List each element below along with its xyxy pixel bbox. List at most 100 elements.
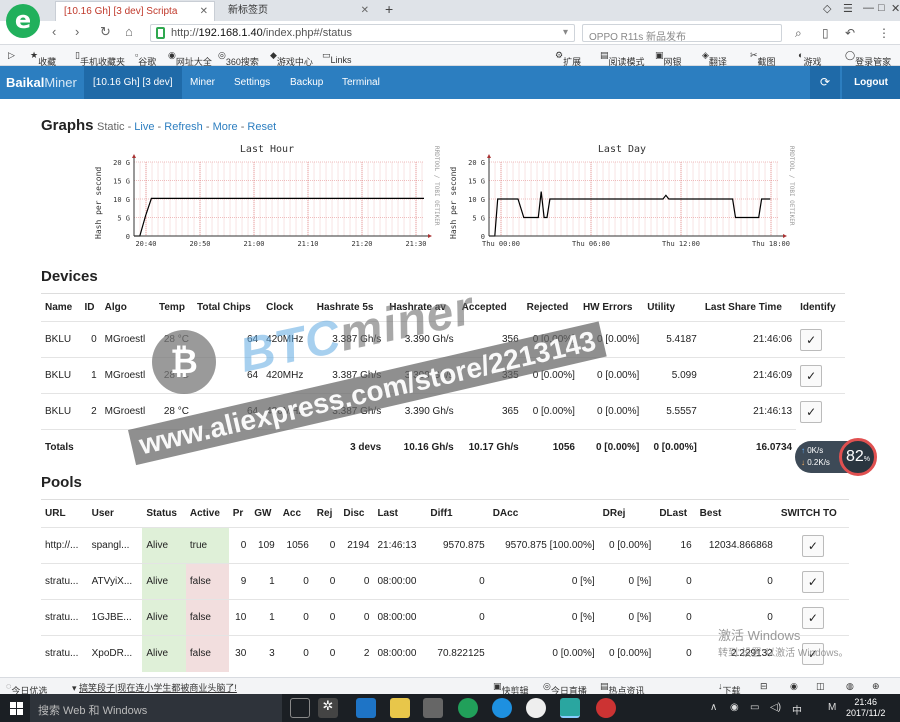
cell: 0 — [80, 321, 101, 358]
nav-status[interactable]: [10.16 Gh] [3 dev] — [84, 66, 182, 99]
bookmark-item[interactable]: ▫ 谷歌 — [135, 50, 156, 67]
sidebar-toggle-icon[interactable]: ▷ — [8, 50, 15, 61]
switch-pool-button[interactable]: ✓ — [801, 534, 824, 557]
forward-icon[interactable]: › — [75, 24, 79, 39]
status-icon[interactable]: ⊟ — [760, 681, 768, 692]
tab-new[interactable]: 新标签页 ✕ — [220, 1, 375, 21]
url-input[interactable]: http://192.168.1.40/index.php#/status ▾ — [150, 24, 575, 42]
cell: 1GJBE... — [87, 599, 143, 636]
store-icon[interactable] — [423, 698, 443, 718]
nav-backup[interactable]: Backup — [281, 66, 332, 99]
page-icon[interactable]: ▯ — [822, 26, 829, 40]
extension-item[interactable]: ✂ 截图 — [750, 50, 776, 67]
bookmark-item[interactable]: ▯ 手机收藏夹 — [75, 50, 125, 67]
identify-button[interactable]: ✓ — [800, 328, 823, 351]
bookmark-item[interactable]: ◉ 网址大全 — [168, 50, 212, 67]
graph-live-link[interactable]: Live — [134, 121, 154, 133]
identify-button[interactable]: ✓ — [800, 364, 823, 387]
task-view-icon[interactable] — [290, 698, 310, 718]
ime-lang[interactable]: 中 — [792, 702, 802, 717]
undo-icon[interactable]: ↶ — [845, 26, 855, 40]
network-icon[interactable]: ▭ — [750, 702, 759, 713]
fan-app-icon[interactable]: ✲ — [318, 698, 338, 718]
cell: 0 [0.00%] — [578, 429, 644, 466]
status-item[interactable]: ↓ 下载 — [718, 681, 741, 696]
active-cell: true — [185, 527, 229, 564]
browser-tab-bar: [10.16 Gh] [3 dev] Scripta ✕ 新标签页 ✕ + ◇ … — [0, 0, 900, 21]
menu-icon[interactable]: ☰ — [843, 2, 853, 15]
graph-reset-link[interactable]: Reset — [247, 121, 276, 133]
app-red-icon[interactable] — [596, 698, 616, 718]
status-item[interactable]: ▤ 热点资讯 — [600, 681, 645, 696]
bookmark-item[interactable]: ◎ 360搜索 — [218, 50, 259, 67]
taskbar-clock[interactable]: 21:46 2017/11/2 — [846, 697, 885, 719]
nav-miner[interactable]: Miner — [181, 66, 224, 99]
logout-button[interactable]: Logout — [842, 66, 900, 99]
taskbar-search-input[interactable]: 搜索 Web 和 Windows — [30, 694, 282, 722]
nav-terminal[interactable]: Terminal — [333, 66, 389, 99]
more-icon[interactable]: ⋮ — [878, 26, 890, 40]
extension-item[interactable]: ◈ 翻译 — [702, 50, 727, 67]
graph-more-link[interactable]: More — [213, 121, 238, 133]
close-window-icon[interactable]: ✕ — [891, 2, 900, 15]
switch-pool-button[interactable]: ✓ — [801, 606, 824, 629]
x-tick-label: 20:40 — [135, 240, 156, 248]
extension-item[interactable]: ◯ 登录管家 — [845, 50, 891, 67]
new-tab-icon[interactable]: + — [385, 1, 393, 17]
app-blue-icon[interactable] — [492, 698, 512, 718]
browser-taskbar-icon[interactable] — [560, 698, 580, 718]
status-item[interactable]: ◌ 今日优选 — [6, 681, 47, 696]
tray-expand-icon[interactable]: ∧ — [710, 702, 717, 713]
identify-cell: ✓ — [796, 321, 845, 358]
ime-mode[interactable]: M — [828, 702, 836, 713]
extension-item[interactable]: ▣ 网银 — [655, 50, 682, 67]
back-icon[interactable]: ‹ — [52, 24, 56, 39]
explorer-icon[interactable] — [390, 698, 410, 718]
switch-pool-button[interactable]: ✓ — [801, 570, 824, 593]
status-icon[interactable]: ◫ — [816, 681, 825, 692]
identify-button[interactable]: ✓ — [800, 400, 823, 423]
extension-item[interactable]: ▤ 阅读模式 — [600, 50, 645, 67]
col-header: Hashrate 5s — [312, 293, 386, 322]
search-input[interactable]: OPPO R11s 新品发布 — [582, 24, 782, 43]
close-tab-icon[interactable]: ✕ — [200, 2, 208, 21]
cell: 0 — [278, 635, 313, 672]
y-tick-label: 15 G — [113, 178, 130, 186]
search-icon[interactable]: ⌕ — [795, 26, 802, 41]
col-header: Accepted — [457, 293, 523, 322]
home-icon[interactable]: ⌂ — [125, 24, 133, 39]
status-item[interactable]: ▣ 快剪辑 — [493, 681, 529, 696]
minimize-icon[interactable]: — — [863, 2, 874, 14]
bookmark-item[interactable]: ★ 收藏 — [30, 50, 56, 67]
reload-icon[interactable]: ↻ — [100, 24, 111, 40]
brand[interactable]: BaikalMiner — [6, 75, 77, 90]
cell: 1056 — [522, 429, 579, 466]
close-tab-icon[interactable]: ✕ — [361, 1, 369, 20]
app-green-icon[interactable] — [458, 698, 478, 718]
dropdown-icon[interactable]: ▾ — [563, 27, 568, 38]
status-news[interactable]: ▾ 搞笑段子|现在连小学生都被商业头脑了! — [72, 681, 237, 694]
maximize-icon[interactable]: □ — [878, 2, 885, 14]
volume-icon[interactable]: ◁) — [770, 702, 781, 713]
skin-icon[interactable]: ◇ — [823, 2, 831, 15]
status-icon[interactable]: ◉ — [790, 681, 798, 692]
network-speed-widget[interactable]: ↑ 0K/s ↓ 0.2K/s 82% — [795, 438, 880, 476]
bookmark-item[interactable]: ▭ Links — [322, 50, 352, 65]
windows-start-icon[interactable] — [10, 702, 24, 716]
cell: 9570.875 — [426, 527, 489, 564]
tray-app-icon[interactable]: ◉ — [730, 702, 739, 713]
tab-miner-status[interactable]: [10.16 Gh] [3 dev] Scripta ✕ — [55, 1, 215, 21]
nav-settings[interactable]: Settings — [225, 66, 279, 99]
graph-refresh-link[interactable]: Refresh — [164, 121, 203, 133]
status-item[interactable]: ◎ 今日直播 — [543, 681, 587, 696]
extension-item[interactable]: ◐ 游戏 — [798, 50, 821, 67]
browser-logo-icon[interactable]: e — [6, 4, 40, 38]
cell: 08:00:00 — [373, 599, 427, 636]
refresh-icon[interactable]: ⟳ — [810, 66, 840, 99]
app-ball-icon[interactable] — [526, 698, 546, 718]
zoom-icon[interactable]: ⊕ — [872, 681, 880, 692]
status-icon[interactable]: ◍ — [846, 681, 854, 692]
extension-item[interactable]: ⚙ 扩展 — [555, 50, 581, 67]
bookmark-item[interactable]: ◆ 游戏中心 — [270, 50, 313, 67]
edge-icon[interactable] — [356, 698, 376, 718]
